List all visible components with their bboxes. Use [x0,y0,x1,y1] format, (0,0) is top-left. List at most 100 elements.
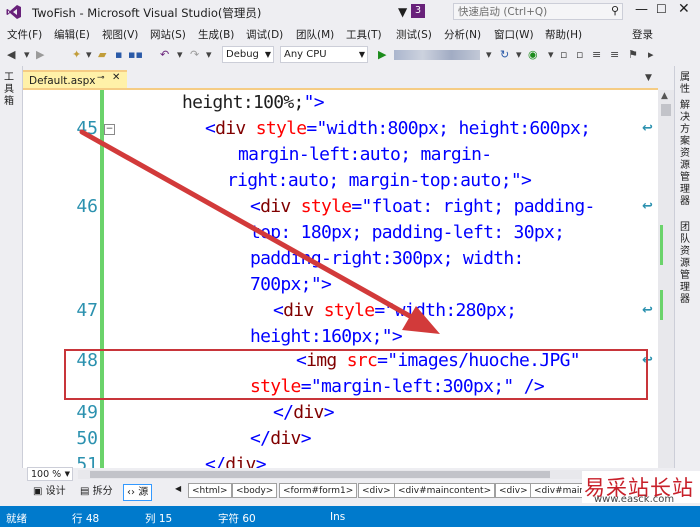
new-project-icon[interactable]: ✦ [72,48,81,61]
dropdown-icon[interactable]: ▾ [548,48,554,61]
menu-window[interactable]: 窗口(W) [494,27,534,42]
code-line[interactable]: right:auto; margin-top:auto;"> [227,168,532,194]
uncomment-icon[interactable]: ≡ [610,48,619,61]
save-icon[interactable]: ▪ [115,48,122,61]
code-token: top: 180px; padding-left: 30px; [250,222,565,243]
close-button[interactable]: ✕ [678,1,690,17]
code-token: div [270,428,301,449]
code-line[interactable]: height:160px;"> [250,324,403,350]
toolbox-tab[interactable]: 工具箱 [4,72,18,108]
toolbar-overflow-icon[interactable]: ▸ [648,48,654,61]
breadcrumb-form[interactable]: <form#form1> [279,483,358,498]
highlight-box [64,349,648,400]
code-token: "> [303,92,325,113]
login-link[interactable]: 登录 [632,27,653,42]
code-token: > [320,274,332,295]
browser-link-icon[interactable]: ◉ [528,48,538,61]
scroll-thumb[interactable] [661,104,671,116]
toolbar-options-icon[interactable]: ▫ [576,48,583,61]
design-view-button[interactable]: ▣ 设计 [30,484,69,499]
code-line[interactable]: top: 180px; padding-left: 30px; [250,220,565,246]
platform-select[interactable]: Any CPU ▼ [280,46,368,63]
code-line[interactable]: <div style="float: right; padding- [250,194,595,220]
undo-icon[interactable]: ↶ [160,48,169,61]
code-line[interactable]: <div style="width:280px; [273,298,517,324]
properties-tab[interactable]: 属性 [680,72,694,96]
feedback-flag-icon[interactable]: ▼ [398,5,407,19]
code-line[interactable]: 700px;"> [250,272,332,298]
code-line[interactable]: height:100%;"> [182,90,325,116]
solution-explorer-tab[interactable]: 解决方案资源管理器 [680,100,694,208]
menu-build[interactable]: 生成(B) [198,27,234,42]
menu-tools[interactable]: 工具(T) [346,27,382,42]
fold-toggle-icon[interactable]: − [104,124,115,135]
status-line: 行 48 [72,513,100,525]
close-tab-icon[interactable]: ✕ [112,72,120,83]
dropdown-icon[interactable]: ▾ [177,48,183,61]
comment-icon[interactable]: ≡ [592,48,601,61]
code-token: </ [273,402,294,423]
menu-file[interactable]: 文件(F) [7,27,42,42]
breadcrumb-div[interactable]: <div> [358,483,395,498]
dropdown-icon[interactable]: ▾ [24,48,30,61]
menu-view[interactable]: 视图(V) [102,27,138,42]
back-icon[interactable]: ◀ [7,48,15,61]
menu-website[interactable]: 网站(S) [150,27,186,42]
start-icon[interactable]: ▶ [378,48,386,61]
status-char: 字符 60 [218,513,256,525]
breadcrumb-scroll-left-icon[interactable]: ◀ [175,484,181,493]
breadcrumb-maincontent[interactable]: <div#maincontent> [394,483,496,498]
refresh-icon[interactable]: ↻ [500,48,509,61]
code-token: = [351,196,362,217]
code-token: div [215,118,246,139]
team-explorer-tab[interactable]: 团队资源管理器 [680,222,694,306]
code-line[interactable]: margin-left:auto; margin- [238,142,492,168]
minimize-button[interactable]: — [635,2,648,17]
code-token: = [306,118,317,139]
menu-help[interactable]: 帮助(H) [545,27,582,42]
menu-test[interactable]: 测试(S) [396,27,432,42]
horizontal-scroll-thumb[interactable] [90,471,550,478]
breadcrumb-body[interactable]: <body> [232,483,278,498]
breadcrumb-html[interactable]: <html> [188,483,232,498]
code-token: < [273,300,284,321]
dropdown-icon[interactable]: ▾ [516,48,522,61]
pin-icon[interactable]: ⊸ [97,73,105,83]
toolbar-options-icon[interactable]: ▫ [560,48,567,61]
menu-edit[interactable]: 编辑(E) [54,27,90,42]
dropdown-icon[interactable]: ▾ [486,48,492,61]
scroll-up-icon[interactable]: ▲ [661,91,668,101]
menu-debug[interactable]: 调试(D) [246,27,283,42]
open-folder-icon[interactable]: ▰ [98,48,106,61]
forward-icon[interactable]: ▶ [36,48,44,61]
quick-launch-input[interactable]: 快速启动 (Ctrl+Q) [453,3,623,20]
split-view-button[interactable]: ▤ 拆分 [77,484,116,499]
bookmark-icon[interactable]: ⚑ [628,48,638,61]
code-token: "width:800px; height:600px; [316,118,591,139]
code-line[interactable]: </div> [273,400,335,426]
save-all-icon[interactable]: ▪▪ [128,48,143,61]
zoom-select[interactable]: 100 % ▼ [27,467,73,481]
vertical-scrollbar[interactable] [658,90,674,468]
maximize-button[interactable]: ☐ [656,2,667,16]
breadcrumb-maincontent-2[interactable]: <div#mainco [530,483,586,498]
dropdown-icon[interactable]: ▾ [86,48,92,61]
menu-team[interactable]: 团队(M) [296,27,334,42]
tab-list-dropdown-icon[interactable]: ▼ [645,73,652,83]
notification-badge[interactable]: 3 [411,4,425,18]
source-view-button[interactable]: ‹› 源 [123,484,153,501]
redo-icon[interactable]: ↷ [190,48,199,61]
configuration-select[interactable]: Debug ▼ [222,46,274,63]
code-token: </ [250,428,271,449]
code-line[interactable]: </div> [250,426,312,452]
dropdown-icon[interactable]: ▾ [206,48,212,61]
code-token: = [374,300,385,321]
breadcrumb-div[interactable]: <div> [495,483,532,498]
code-token: > [300,428,312,449]
left-tool-strip [0,66,23,468]
menu-bar: 文件(F) 编辑(E) 视图(V) 网站(S) 生成(B) 调试(D) 团队(M… [0,24,700,44]
code-line[interactable]: <div style="width:800px; height:600px; [205,116,591,142]
code-line[interactable]: padding-right:300px; width: [250,246,524,272]
menu-analyze[interactable]: 分析(N) [444,27,481,42]
